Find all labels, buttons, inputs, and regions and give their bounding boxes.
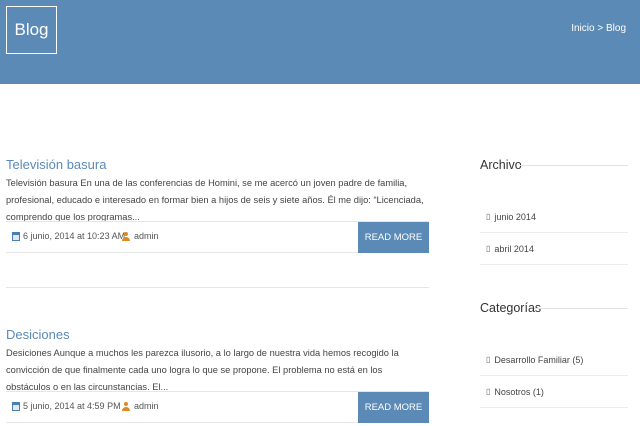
post-meta-bar: 6 junio, 2014 at 10:23 AM admin READ MOR… xyxy=(6,221,429,253)
square-bullet-icon: ▯ xyxy=(486,355,491,364)
post-author: admin xyxy=(122,401,159,411)
calendar-icon xyxy=(12,401,20,411)
square-bullet-icon: ▯ xyxy=(486,387,491,396)
post-date-text: 6 junio, 2014 at 10:23 AM xyxy=(23,231,126,241)
page-title: Blog xyxy=(6,6,57,54)
post-date: 5 junio, 2014 at 4:59 PM xyxy=(12,401,121,411)
category-item[interactable]: ▯ Nosotros (1) xyxy=(480,376,628,408)
category-item-label[interactable]: Desarrollo Familiar (5) xyxy=(494,355,583,365)
categories-widget-title: Categorías xyxy=(480,301,628,315)
category-item-label[interactable]: Nosotros (1) xyxy=(494,387,544,397)
breadcrumb-separator: > xyxy=(594,23,606,34)
archive-widget: Archivo ▯ junio 2014 ▯ abril 2014 xyxy=(480,158,628,265)
post: Televisión basura Televisión basura En u… xyxy=(6,157,429,226)
post-date: 6 junio, 2014 at 10:23 AM xyxy=(12,231,125,241)
read-more-button[interactable]: READ MORE xyxy=(358,222,429,253)
archive-item-label[interactable]: abril 2014 xyxy=(494,244,534,254)
breadcrumb-home-link[interactable]: Inicio xyxy=(571,23,594,34)
breadcrumb: Inicio > Blog xyxy=(571,23,626,34)
read-more-button[interactable]: READ MORE xyxy=(358,392,429,423)
post-author-text[interactable]: admin xyxy=(134,231,159,241)
post-author: admin xyxy=(122,231,159,241)
calendar-icon xyxy=(12,231,20,241)
user-icon xyxy=(122,401,130,411)
post-meta-bar: 5 junio, 2014 at 4:59 PM admin READ MORE xyxy=(6,391,429,423)
post-author-text[interactable]: admin xyxy=(134,401,159,411)
user-icon xyxy=(122,231,130,241)
post-excerpt: Desiciones Aunque a muchos les parezca i… xyxy=(6,348,399,392)
category-item[interactable]: ▯ Desarrollo Familiar (5) xyxy=(480,344,628,376)
page-header: Blog Inicio > Blog xyxy=(0,0,640,84)
post-date-text: 5 junio, 2014 at 4:59 PM xyxy=(23,401,121,411)
breadcrumb-current: Blog xyxy=(605,23,626,34)
categories-widget: Categorías ▯ Desarrollo Familiar (5) ▯ N… xyxy=(480,301,628,408)
archive-item[interactable]: ▯ abril 2014 xyxy=(480,233,628,265)
square-bullet-icon: ▯ xyxy=(486,244,491,253)
archive-item[interactable]: ▯ junio 2014 xyxy=(480,201,628,233)
categories-list: ▯ Desarrollo Familiar (5) ▯ Nosotros (1) xyxy=(480,344,628,408)
square-bullet-icon: ▯ xyxy=(486,212,491,221)
post-divider xyxy=(6,287,429,288)
archive-widget-title: Archivo xyxy=(480,158,628,172)
post-title-link[interactable]: Desiciones xyxy=(6,327,429,342)
archive-list: ▯ junio 2014 ▯ abril 2014 xyxy=(480,201,628,265)
post: Desiciones Desiciones Aunque a muchos le… xyxy=(6,327,429,396)
post-title-link[interactable]: Televisión basura xyxy=(6,157,429,172)
post-excerpt: Televisión basura En una de las conferen… xyxy=(6,178,424,222)
archive-item-label[interactable]: junio 2014 xyxy=(494,212,536,222)
